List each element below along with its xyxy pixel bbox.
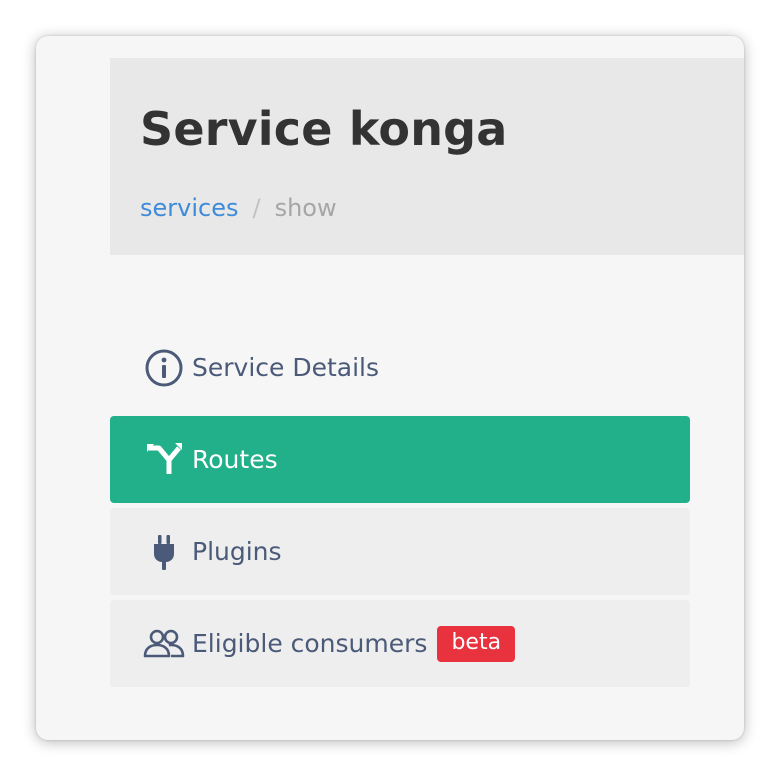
- plug-icon: [142, 530, 186, 574]
- nav-item-service-details[interactable]: Service Details: [110, 324, 690, 411]
- nav-item-label: Service Details: [192, 353, 380, 382]
- users-icon: [142, 622, 186, 666]
- breadcrumb: services / show: [140, 196, 337, 220]
- breadcrumb-separator: /: [252, 194, 261, 222]
- app-window: Service konga services / show Service Deta…: [36, 36, 744, 740]
- page-title: Service konga: [140, 102, 508, 156]
- breadcrumb-current: show: [274, 194, 337, 222]
- nav-item-plugins[interactable]: Plugins: [110, 508, 690, 595]
- nav-item-label: Routes: [192, 445, 278, 474]
- route-fork-icon: [142, 438, 186, 482]
- nav-item-routes[interactable]: Routes: [110, 416, 690, 503]
- page-header: Service konga services / show: [110, 58, 744, 255]
- info-circle-icon: [142, 346, 186, 390]
- beta-badge: beta: [437, 625, 516, 662]
- service-nav: Service Details Routes Plugins Eligible …: [110, 324, 690, 692]
- nav-item-eligible-consumers[interactable]: Eligible consumers beta: [110, 600, 690, 687]
- nav-item-label: Eligible consumers: [192, 629, 428, 658]
- nav-item-label: Plugins: [192, 537, 282, 566]
- breadcrumb-services-link[interactable]: services: [140, 194, 238, 222]
